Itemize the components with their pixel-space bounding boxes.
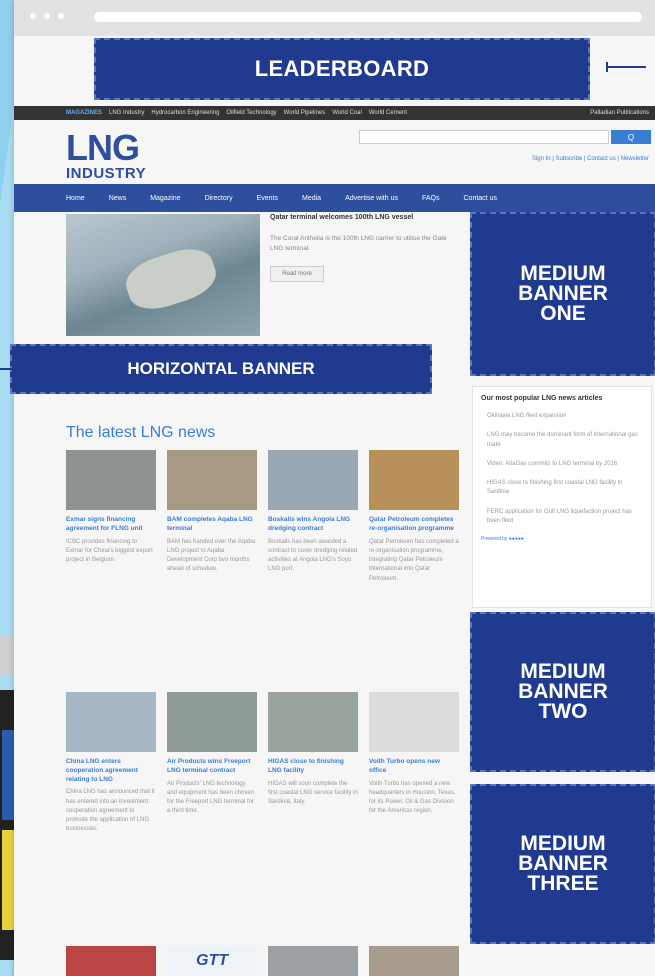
account-links[interactable]: Sign In | Subscribe | Contact us | Newsl… [532, 156, 649, 162]
topbar-link[interactable]: World Coal [332, 110, 362, 116]
leaderboard-pointer [606, 62, 646, 72]
nav-item-magazine[interactable]: Magazine [150, 195, 180, 202]
horizontal-banner-ad[interactable]: HORIZONTAL BANNER [10, 344, 432, 394]
hero-description: The Coral Anthelia is the 100th LNG carr… [270, 235, 447, 253]
news-thumbnail[interactable] [167, 450, 257, 510]
nav-item-contact[interactable]: Contact us [464, 195, 497, 202]
main-nav: Home News Magazine Directory Events Medi… [14, 184, 655, 212]
publisher-link[interactable]: Palladian Publications [590, 110, 649, 116]
popular-article-link[interactable]: Video: AltaGas commits to LNG terminal b… [481, 460, 643, 469]
news-description: Voith Turbo has opened a new headquarter… [369, 780, 456, 815]
topbar-link[interactable]: Oilfield Technology [226, 110, 276, 116]
bottom-news-thumbnail[interactable] [369, 946, 459, 976]
nav-item-news[interactable]: News [109, 195, 127, 202]
magazines-topbar: MAGAZINES LNG Industry Hydrocarbon Engin… [14, 106, 655, 120]
popular-article-link[interactable]: LNG may become the dominant form of inte… [481, 431, 643, 450]
news-card[interactable]: Voith Turbo opens new office Voith Turbo… [369, 692, 459, 817]
popular-article-link[interactable]: Okinawa LNG fleet expansion [481, 412, 643, 421]
popular-article-link[interactable]: FERC application for Gulf LNG liquefacti… [481, 508, 643, 527]
news-description: Air Products' LNG technology and equipme… [167, 780, 255, 815]
topbar-link[interactable]: World Pipelines [284, 110, 326, 116]
news-title[interactable]: Voith Turbo opens new office [369, 758, 459, 776]
search-icon: Q [627, 132, 635, 142]
news-title[interactable]: Exmar signs financing agreement for FLNG… [66, 516, 156, 534]
news-description: HIGAS will soon complete the first coast… [268, 780, 358, 806]
news-thumbnail[interactable] [66, 450, 156, 510]
topbar-link[interactable]: World Cement [369, 110, 407, 116]
horizontal-banner-pointer [0, 368, 12, 370]
browser-window: LEADERBOARD MAGAZINES LNG Industry Hydro… [14, 0, 655, 976]
logo-line-2: INDUSTRY [66, 165, 147, 182]
leaderboard-ad[interactable]: LEADERBOARD [94, 38, 590, 100]
window-dot-icon[interactable] [58, 13, 64, 19]
search-input[interactable] [359, 130, 609, 144]
bottom-news-thumbnail[interactable] [66, 946, 156, 976]
logo-line-1: LNG [66, 127, 140, 168]
news-card[interactable]: China LNG enters cooperation agreement r… [66, 692, 156, 835]
medium-banner-three[interactable]: MEDIUM BANNER THREE [470, 784, 655, 944]
news-thumbnail[interactable] [167, 692, 257, 752]
nav-item-directory[interactable]: Directory [205, 195, 233, 202]
site-logo[interactable]: LNG INDUSTRY [66, 127, 147, 182]
nav-item-media[interactable]: Media [302, 195, 321, 202]
news-thumbnail[interactable] [369, 450, 459, 510]
magazines-label: MAGAZINES [66, 110, 102, 116]
read-more-button[interactable]: Read more [270, 266, 324, 282]
news-thumbnail[interactable] [268, 692, 358, 752]
news-description: China LNG has announced that it has ente… [66, 789, 155, 833]
search-button[interactable]: Q [611, 130, 651, 144]
medium-banner-one[interactable]: MEDIUM BANNER ONE [470, 212, 655, 376]
nav-item-home[interactable]: Home [66, 195, 85, 202]
nav-item-advertise[interactable]: Advertise with us [345, 195, 398, 202]
browser-chrome [14, 0, 655, 36]
address-bar[interactable] [94, 12, 642, 22]
topbar-link[interactable]: Hydrocarbon Engineering [151, 110, 219, 116]
news-description: Boskalis has been awarded a contract to … [268, 538, 358, 573]
news-thumbnail[interactable] [66, 692, 156, 752]
news-card[interactable]: BAM completes Aqaba LNG terminal BAM has… [167, 450, 257, 575]
news-title[interactable]: BAM completes Aqaba LNG terminal [167, 516, 257, 534]
powered-by-label: Powered by ●●●●● [481, 536, 524, 543]
news-title[interactable]: HIGAS close to finishing LNG facility [268, 758, 358, 776]
news-title[interactable]: Boskalis wins Angola LNG dredging contra… [268, 516, 358, 534]
popular-article-link[interactable]: HIGAS close to finishing first coastal L… [481, 479, 643, 498]
gtt-logo-thumbnail[interactable]: GTT [167, 946, 257, 976]
terminal-island [120, 241, 222, 317]
news-card[interactable]: Qatar Petroleum completes re-organisatio… [369, 450, 459, 584]
news-card[interactable]: Exmar signs financing agreement for FLNG… [66, 450, 156, 565]
news-card[interactable]: HIGAS close to finishing LNG facility HI… [268, 692, 358, 807]
latest-news-heading: The latest LNG news [66, 424, 216, 441]
news-title[interactable]: Air Products wins Freeport LNG terminal … [167, 758, 257, 776]
window-dots [30, 13, 64, 19]
medium-banner-two[interactable]: MEDIUM BANNER TWO [470, 612, 655, 772]
news-card[interactable]: Air Products wins Freeport LNG terminal … [167, 692, 257, 817]
window-dot-icon[interactable] [44, 13, 50, 19]
news-description: Qatar Petroleum has completed a re-organ… [369, 538, 459, 582]
news-card[interactable]: Boskalis wins Angola LNG dredging contra… [268, 450, 358, 575]
news-thumbnail[interactable] [268, 450, 358, 510]
nav-item-events[interactable]: Events [257, 195, 278, 202]
nav-item-faqs[interactable]: FAQs [422, 195, 440, 202]
hero-title[interactable]: Qatar terminal welcomes 100th LNG vessel [270, 214, 460, 221]
news-title[interactable]: China LNG enters cooperation agreement r… [66, 758, 156, 784]
bottom-news-thumbnail[interactable] [268, 946, 358, 976]
topbar-link[interactable]: LNG Industry [109, 110, 144, 116]
popular-articles-panel: Our most popular LNG news articles Okina… [472, 386, 652, 608]
popular-articles-heading: Our most popular LNG news articles [481, 395, 603, 402]
news-description: BAM has handed over the Aqaba LNG projec… [167, 538, 256, 573]
window-dot-icon[interactable] [30, 13, 36, 19]
news-title[interactable]: Qatar Petroleum completes re-organisatio… [369, 516, 459, 534]
hero-image[interactable] [66, 214, 260, 336]
news-description: ICBC provides financing to Exmar for Chi… [66, 538, 153, 564]
news-thumbnail[interactable] [369, 692, 459, 752]
